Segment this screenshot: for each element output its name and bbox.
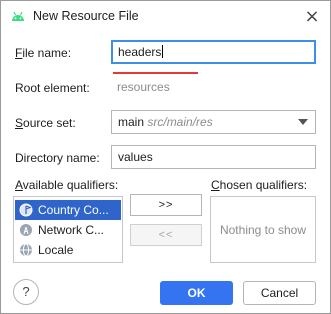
dialog-title: New Resource File bbox=[33, 9, 139, 23]
ok-button[interactable]: OK bbox=[160, 281, 233, 305]
globe-icon bbox=[20, 243, 32, 257]
new-resource-file-dialog: New Resource File × File name: headers R… bbox=[0, 0, 331, 314]
empty-state-text: Nothing to show bbox=[219, 222, 307, 237]
globe-flag-icon bbox=[19, 203, 33, 217]
file-name-label: File name: bbox=[15, 46, 72, 60]
cancel-button[interactable]: Cancel bbox=[243, 281, 316, 305]
available-qualifiers-list[interactable]: Country Co... Network C... Locale bbox=[13, 196, 123, 263]
list-item[interactable]: Country Co... bbox=[15, 200, 121, 220]
validation-error-underline bbox=[113, 72, 198, 74]
source-set-label: Source set: bbox=[15, 116, 76, 130]
chevron-down-icon bbox=[298, 119, 308, 125]
close-icon[interactable]: × bbox=[301, 7, 323, 27]
directory-name-input[interactable]: values bbox=[111, 145, 316, 169]
root-element-label: Root element: bbox=[15, 81, 90, 95]
chosen-qualifiers-list[interactable]: Nothing to show bbox=[210, 196, 316, 263]
android-icon bbox=[12, 11, 24, 21]
add-qualifier-button[interactable]: >> bbox=[130, 194, 202, 216]
available-qualifiers-label: Available qualifiers: bbox=[15, 178, 119, 192]
source-set-value: main bbox=[118, 115, 145, 129]
list-item[interactable]: Network C... bbox=[15, 220, 121, 240]
list-item[interactable]: Locale bbox=[15, 240, 121, 260]
help-button[interactable]: ? bbox=[13, 279, 39, 305]
source-set-path: src/main/res bbox=[147, 115, 213, 129]
root-element-input[interactable]: resources bbox=[111, 76, 316, 100]
chosen-qualifiers-label: Chosen qualifiers: bbox=[211, 178, 308, 192]
file-name-input[interactable]: headers bbox=[111, 40, 316, 64]
source-set-dropdown[interactable]: main src/main/res bbox=[111, 110, 316, 134]
directory-name-label: Directory name: bbox=[15, 151, 100, 165]
remove-qualifier-button[interactable]: << bbox=[130, 224, 202, 246]
title-bar: New Resource File × bbox=[1, 1, 330, 33]
network-tower-icon bbox=[20, 224, 32, 236]
